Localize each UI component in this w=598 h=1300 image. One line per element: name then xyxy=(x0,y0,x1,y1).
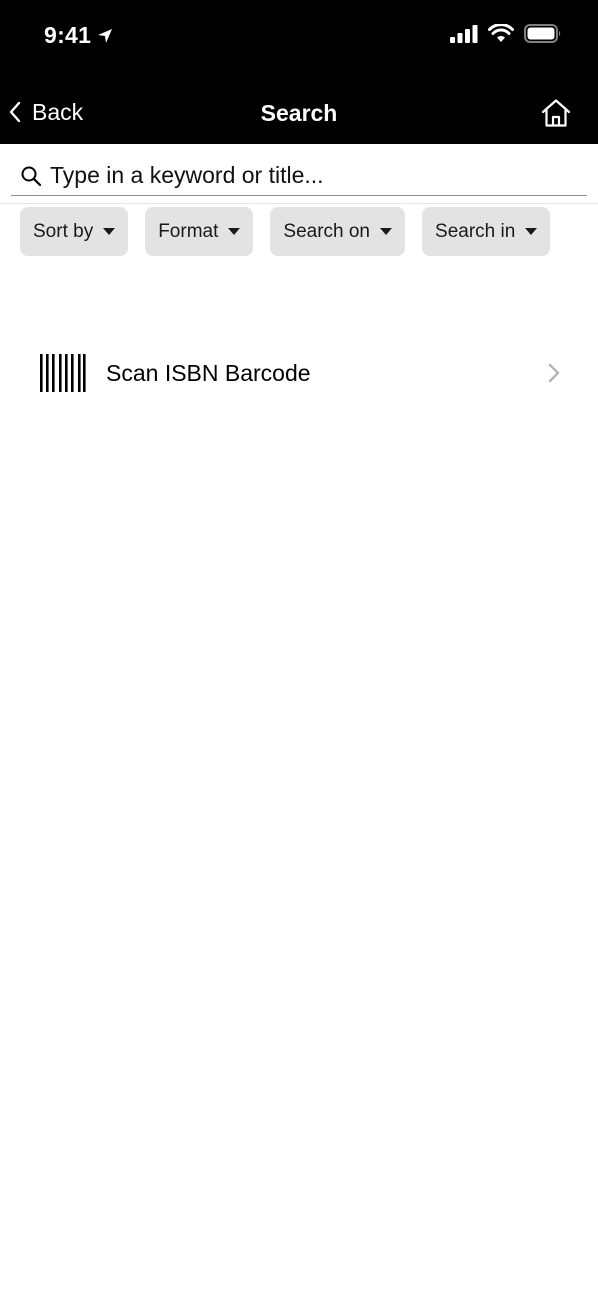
page-title: Search xyxy=(260,100,338,126)
caret-down-icon xyxy=(380,228,393,235)
format-label: Format xyxy=(158,220,219,242)
chevron-right-icon xyxy=(548,363,560,383)
signal-icon xyxy=(450,24,478,43)
sort-by-dropdown[interactable]: Sort by xyxy=(20,207,129,256)
search-input[interactable] xyxy=(50,162,587,189)
caret-down-icon xyxy=(103,228,116,235)
search-bar xyxy=(0,144,598,204)
status-icons xyxy=(450,24,562,43)
scan-isbn-row[interactable]: Scan ISBN Barcode xyxy=(0,340,598,406)
barcode-icon xyxy=(40,354,86,392)
format-dropdown[interactable]: Format xyxy=(145,207,254,256)
caret-down-icon xyxy=(525,228,538,235)
nav-bar: Back Search xyxy=(0,80,598,144)
filter-bar: Sort by Format Search on Search in xyxy=(20,207,551,256)
search-in-label: Search in xyxy=(435,220,516,242)
search-field[interactable] xyxy=(11,156,587,196)
status-bar: 9:41 xyxy=(0,0,598,80)
caret-down-icon xyxy=(228,228,241,235)
battery-icon xyxy=(524,24,561,43)
home-icon xyxy=(541,99,571,127)
location-arrow-icon xyxy=(98,28,113,43)
home-button[interactable] xyxy=(540,98,572,128)
scan-isbn-label: Scan ISBN Barcode xyxy=(106,360,311,386)
wifi-icon xyxy=(488,24,514,42)
sort-by-label: Sort by xyxy=(33,220,94,242)
status-time: 9:41 xyxy=(44,22,113,49)
search-in-dropdown[interactable]: Search in xyxy=(422,207,551,256)
search-on-dropdown[interactable]: Search on xyxy=(270,207,406,256)
search-icon xyxy=(20,165,42,187)
status-time-label: 9:41 xyxy=(44,22,92,48)
search-on-label: Search on xyxy=(283,220,371,242)
